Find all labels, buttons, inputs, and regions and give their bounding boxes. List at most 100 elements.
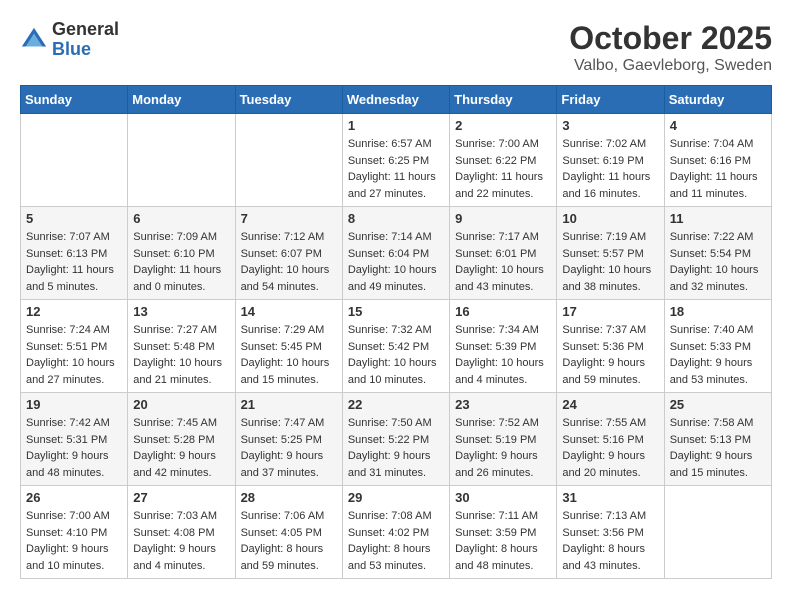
weekday-header-saturday: Saturday	[664, 86, 771, 114]
day-number: 14	[241, 304, 337, 319]
calendar-cell: 10 Sunrise: 7:19 AM Sunset: 5:57 PM Dayli…	[557, 207, 664, 300]
calendar-cell: 5 Sunrise: 7:07 AM Sunset: 6:13 PM Daylig…	[21, 207, 128, 300]
calendar-cell: 4 Sunrise: 7:04 AM Sunset: 6:16 PM Daylig…	[664, 114, 771, 207]
calendar-cell: 17 Sunrise: 7:37 AM Sunset: 5:36 PM Dayli…	[557, 300, 664, 393]
day-info: Sunrise: 7:02 AM Sunset: 6:19 PM Dayligh…	[562, 136, 658, 202]
day-info: Sunrise: 7:00 AM Sunset: 6:22 PM Dayligh…	[455, 136, 551, 202]
day-number: 12	[26, 304, 122, 319]
day-number: 16	[455, 304, 551, 319]
calendar-week-4: 19 Sunrise: 7:42 AM Sunset: 5:31 PM Dayli…	[21, 393, 772, 486]
day-info: Sunrise: 7:37 AM Sunset: 5:36 PM Dayligh…	[562, 322, 658, 388]
weekday-header-row: SundayMondayTuesdayWednesdayThursdayFrid…	[21, 86, 772, 114]
day-number: 27	[133, 490, 229, 505]
day-number: 24	[562, 397, 658, 412]
day-number: 5	[26, 211, 122, 226]
day-info: Sunrise: 7:19 AM Sunset: 5:57 PM Dayligh…	[562, 229, 658, 295]
day-info: Sunrise: 7:17 AM Sunset: 6:01 PM Dayligh…	[455, 229, 551, 295]
calendar-cell: 20 Sunrise: 7:45 AM Sunset: 5:28 PM Dayli…	[128, 393, 235, 486]
day-info: Sunrise: 7:40 AM Sunset: 5:33 PM Dayligh…	[670, 322, 766, 388]
logo: General Blue	[20, 20, 119, 60]
day-info: Sunrise: 7:07 AM Sunset: 6:13 PM Dayligh…	[26, 229, 122, 295]
calendar-cell	[235, 114, 342, 207]
calendar-cell: 26 Sunrise: 7:00 AM Sunset: 4:10 PM Dayli…	[21, 486, 128, 579]
calendar-cell: 13 Sunrise: 7:27 AM Sunset: 5:48 PM Dayli…	[128, 300, 235, 393]
weekday-header-friday: Friday	[557, 86, 664, 114]
day-info: Sunrise: 7:14 AM Sunset: 6:04 PM Dayligh…	[348, 229, 444, 295]
day-info: Sunrise: 7:32 AM Sunset: 5:42 PM Dayligh…	[348, 322, 444, 388]
month-title: October 2025	[569, 20, 772, 57]
day-info: Sunrise: 7:42 AM Sunset: 5:31 PM Dayligh…	[26, 415, 122, 481]
day-info: Sunrise: 7:27 AM Sunset: 5:48 PM Dayligh…	[133, 322, 229, 388]
day-info: Sunrise: 7:29 AM Sunset: 5:45 PM Dayligh…	[241, 322, 337, 388]
day-number: 6	[133, 211, 229, 226]
day-number: 20	[133, 397, 229, 412]
calendar-cell: 21Sunrise: 7:47 AM Sunset: 5:25 PM Dayli…	[235, 393, 342, 486]
calendar-cell: 12Sunrise: 7:24 AM Sunset: 5:51 PM Dayli…	[21, 300, 128, 393]
day-number: 10	[562, 211, 658, 226]
day-info: Sunrise: 7:47 AM Sunset: 5:25 PM Dayligh…	[241, 415, 337, 481]
day-number: 29	[348, 490, 444, 505]
calendar-cell: 15Sunrise: 7:32 AM Sunset: 5:42 PM Dayli…	[342, 300, 449, 393]
calendar-cell	[128, 114, 235, 207]
location-title: Valbo, Gaevleborg, Sweden	[569, 57, 772, 75]
day-info: Sunrise: 7:50 AM Sunset: 5:22 PM Dayligh…	[348, 415, 444, 481]
day-number: 11	[670, 211, 766, 226]
calendar-cell: 22 Sunrise: 7:50 AM Sunset: 5:22 PM Dayli…	[342, 393, 449, 486]
calendar-cell: 24 Sunrise: 7:55 AM Sunset: 5:16 PM Dayli…	[557, 393, 664, 486]
calendar-cell: 11 Sunrise: 7:22 AM Sunset: 5:54 PM Dayli…	[664, 207, 771, 300]
calendar-week-5: 26 Sunrise: 7:00 AM Sunset: 4:10 PM Dayli…	[21, 486, 772, 579]
logo-blue-text: Blue	[52, 39, 91, 59]
day-number: 26	[26, 490, 122, 505]
day-info: Sunrise: 7:22 AM Sunset: 5:54 PM Dayligh…	[670, 229, 766, 295]
day-number: 4	[670, 118, 766, 133]
day-info: Sunrise: 7:09 AM Sunset: 6:10 PM Dayligh…	[133, 229, 229, 295]
day-number: 23	[455, 397, 551, 412]
calendar-cell: 7 Sunrise: 7:12 AM Sunset: 6:07 PM Daylig…	[235, 207, 342, 300]
calendar-cell: 6 Sunrise: 7:09 AM Sunset: 6:10 PM Daylig…	[128, 207, 235, 300]
day-info: Sunrise: 7:03 AM Sunset: 4:08 PM Dayligh…	[133, 508, 229, 574]
weekday-header-tuesday: Tuesday	[235, 86, 342, 114]
calendar-cell: 16 Sunrise: 7:34 AM Sunset: 5:39 PM Dayli…	[450, 300, 557, 393]
day-number: 28	[241, 490, 337, 505]
weekday-header-sunday: Sunday	[21, 86, 128, 114]
day-number: 9	[455, 211, 551, 226]
logo-general-text: General	[52, 19, 119, 39]
calendar-cell: 29 Sunrise: 7:08 AM Sunset: 4:02 PM Dayli…	[342, 486, 449, 579]
calendar-week-2: 5 Sunrise: 7:07 AM Sunset: 6:13 PM Daylig…	[21, 207, 772, 300]
day-info: Sunrise: 7:55 AM Sunset: 5:16 PM Dayligh…	[562, 415, 658, 481]
day-info: Sunrise: 7:06 AM Sunset: 4:05 PM Dayligh…	[241, 508, 337, 574]
day-number: 8	[348, 211, 444, 226]
day-info: Sunrise: 7:12 AM Sunset: 6:07 PM Dayligh…	[241, 229, 337, 295]
logo-icon	[20, 26, 48, 54]
calendar-cell: 2 Sunrise: 7:00 AM Sunset: 6:22 PM Daylig…	[450, 114, 557, 207]
day-number: 31	[562, 490, 658, 505]
day-info: Sunrise: 7:11 AM Sunset: 3:59 PM Dayligh…	[455, 508, 551, 574]
day-info: Sunrise: 7:34 AM Sunset: 5:39 PM Dayligh…	[455, 322, 551, 388]
calendar-cell: 27 Sunrise: 7:03 AM Sunset: 4:08 PM Dayli…	[128, 486, 235, 579]
day-number: 30	[455, 490, 551, 505]
day-info: Sunrise: 7:08 AM Sunset: 4:02 PM Dayligh…	[348, 508, 444, 574]
day-number: 7	[241, 211, 337, 226]
calendar-cell: 31 Sunrise: 7:13 AM Sunset: 3:56 PM Dayli…	[557, 486, 664, 579]
day-number: 17	[562, 304, 658, 319]
day-number: 22	[348, 397, 444, 412]
calendar-cell: 18Sunrise: 7:40 AM Sunset: 5:33 PM Dayli…	[664, 300, 771, 393]
page-header: General Blue October 2025 Valbo, Gaevleb…	[20, 20, 772, 75]
calendar-cell: 8 Sunrise: 7:14 AM Sunset: 6:04 PM Daylig…	[342, 207, 449, 300]
day-info: Sunrise: 7:04 AM Sunset: 6:16 PM Dayligh…	[670, 136, 766, 202]
day-info: Sunrise: 7:13 AM Sunset: 3:56 PM Dayligh…	[562, 508, 658, 574]
day-number: 3	[562, 118, 658, 133]
day-info: Sunrise: 7:00 AM Sunset: 4:10 PM Dayligh…	[26, 508, 122, 574]
calendar-cell: 19 Sunrise: 7:42 AM Sunset: 5:31 PM Dayli…	[21, 393, 128, 486]
calendar-cell: 30 Sunrise: 7:11 AM Sunset: 3:59 PM Dayli…	[450, 486, 557, 579]
calendar-cell: 23 Sunrise: 7:52 AM Sunset: 5:19 PM Dayli…	[450, 393, 557, 486]
day-info: Sunrise: 7:52 AM Sunset: 5:19 PM Dayligh…	[455, 415, 551, 481]
day-info: Sunrise: 6:57 AM Sunset: 6:25 PM Dayligh…	[348, 136, 444, 202]
day-number: 19	[26, 397, 122, 412]
calendar-cell: 25Sunrise: 7:58 AM Sunset: 5:13 PM Dayli…	[664, 393, 771, 486]
day-number: 13	[133, 304, 229, 319]
day-number: 25	[670, 397, 766, 412]
day-number: 2	[455, 118, 551, 133]
day-info: Sunrise: 7:45 AM Sunset: 5:28 PM Dayligh…	[133, 415, 229, 481]
calendar-cell: 1Sunrise: 6:57 AM Sunset: 6:25 PM Daylig…	[342, 114, 449, 207]
